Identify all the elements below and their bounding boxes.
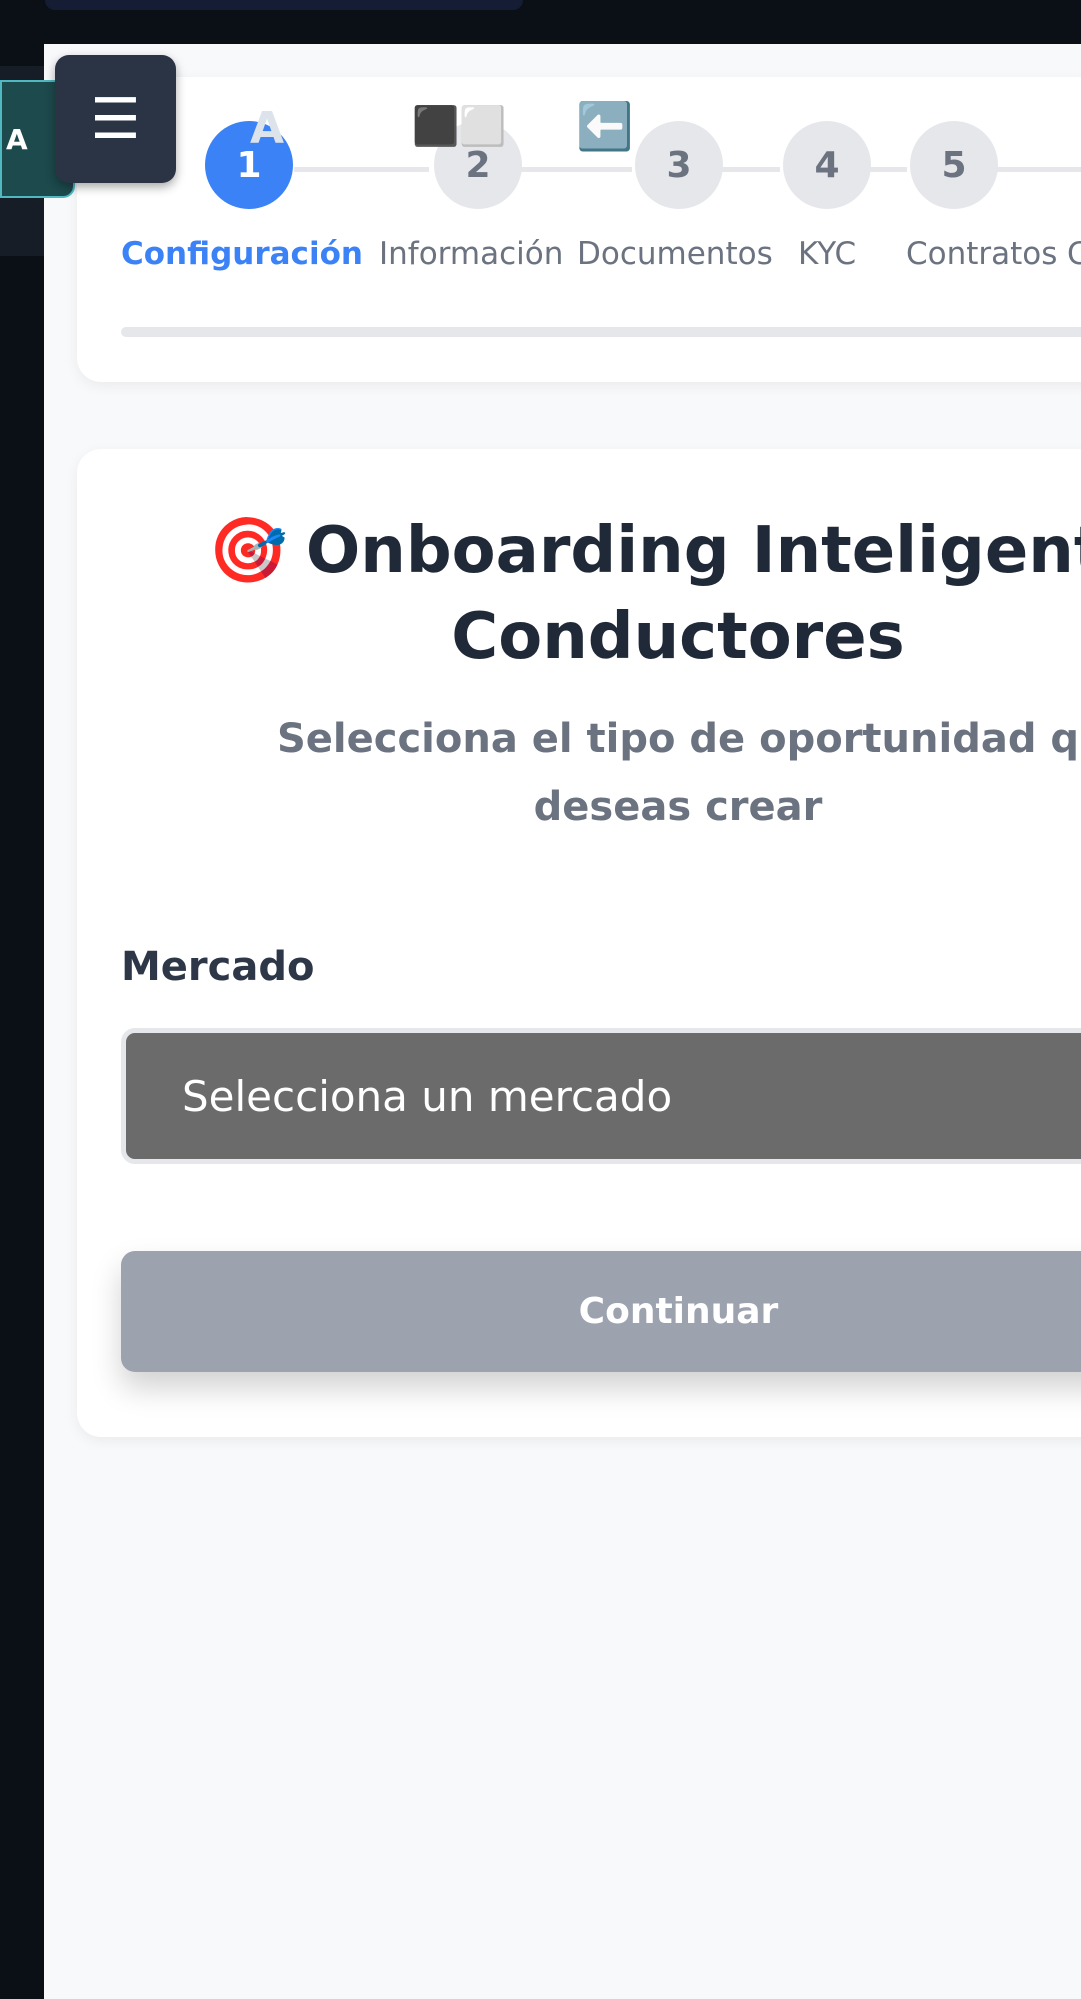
continue-button[interactable]: Continuar: [121, 1251, 1081, 1372]
subtitle-line-2: deseas crear: [533, 784, 823, 830]
step-4-circle[interactable]: 4: [783, 121, 871, 209]
left-arrow-icon: ⬅️: [576, 99, 634, 153]
step-5-circle[interactable]: 5: [910, 121, 998, 209]
title-line-1: Onboarding Inteligente: [305, 514, 1081, 588]
step-label-truncated[interactable]: Co: [1067, 236, 1081, 272]
market-select[interactable]: Selecciona un mercado: [121, 1028, 1081, 1164]
step-label-contratos[interactable]: Contratos: [906, 236, 1057, 272]
market-label: Mercado: [121, 944, 315, 990]
side-tab-label: A: [6, 122, 28, 156]
target-icon: 🎯: [208, 514, 288, 588]
main-content: 1 2 3 4 5 A ⬛⬜ ⬅️ Configuración Informac…: [44, 44, 1081, 1999]
black-white-squares-icon: ⬛⬜: [412, 104, 507, 148]
step-label-informacion[interactable]: Información: [379, 236, 563, 272]
hamburger-icon: ☰: [90, 86, 141, 152]
step-connector: [720, 167, 780, 172]
top-bar-pill: [45, 0, 523, 10]
hamburger-menu-button[interactable]: ☰: [55, 55, 176, 183]
progress-track: [121, 327, 1081, 337]
step-label-configuracion[interactable]: Configuración: [121, 236, 363, 272]
step-connector: [517, 167, 632, 172]
overlay-letter: A: [250, 103, 285, 154]
step-connector: [867, 167, 907, 172]
onboarding-form-card: 🎯 Onboarding Inteligente Conductores Sele…: [77, 449, 1081, 1437]
step-3-circle[interactable]: 3: [635, 121, 723, 209]
step-label-kyc[interactable]: KYC: [798, 236, 856, 272]
left-sidebar: [0, 44, 44, 1999]
stepper-card: 1 2 3 4 5 A ⬛⬜ ⬅️ Configuración Informac…: [77, 77, 1081, 382]
step-connector: [994, 167, 1081, 172]
subtitle-line-1: Selecciona el tipo de oportunidad q: [276, 716, 1080, 762]
page-title: 🎯 Onboarding Inteligente: [44, 508, 1081, 594]
page-title-line-2: Conductores: [451, 600, 905, 674]
step-label-documentos[interactable]: Documentos: [577, 236, 773, 272]
top-bar: [0, 0, 1081, 44]
step-connector: [294, 167, 429, 172]
